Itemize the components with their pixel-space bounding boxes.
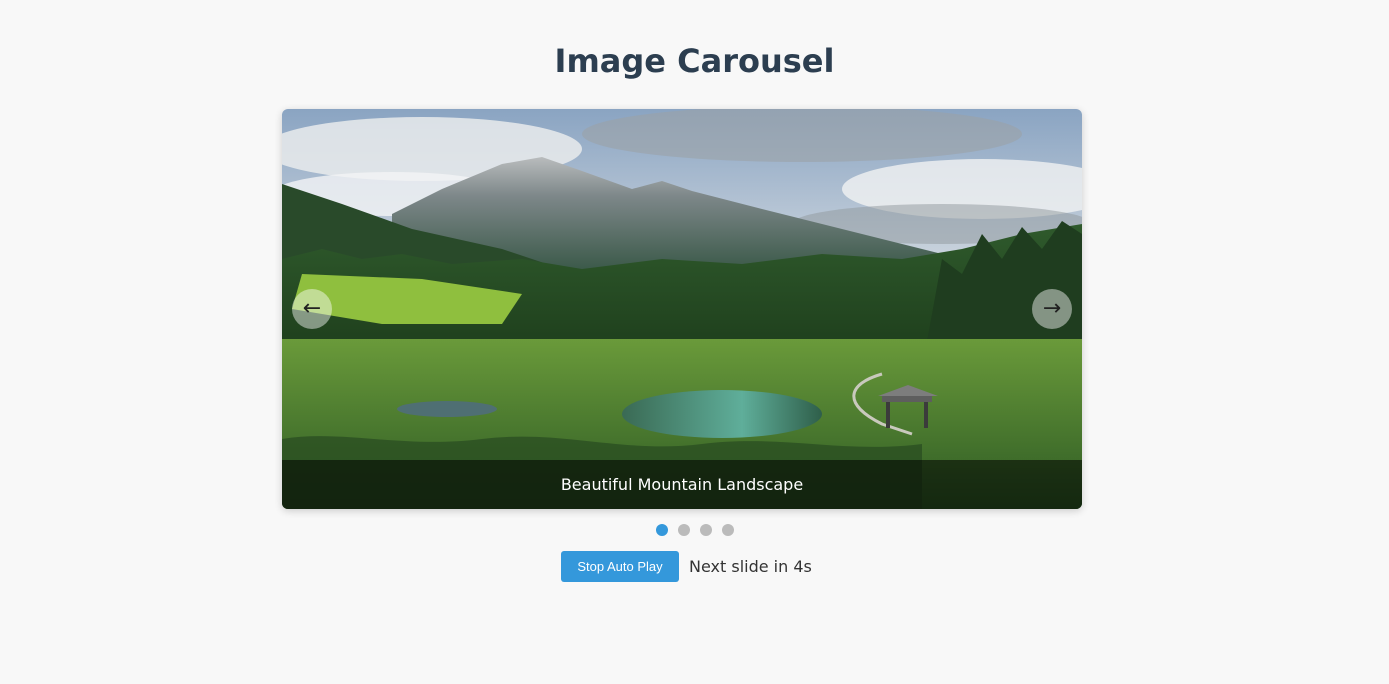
- carousel: ← → Beautiful Mountain Landscape: [282, 109, 1082, 509]
- carousel-controls: Stop Auto Play Next slide in 4s: [561, 551, 812, 582]
- slide-dot-3[interactable]: [699, 524, 712, 536]
- page: Image Carousel ← → Beautiful Mountain La…: [0, 0, 1389, 684]
- page-title: Image Carousel: [554, 42, 835, 80]
- stop-autoplay-button[interactable]: Stop Auto Play: [561, 551, 679, 582]
- slide-caption: Beautiful Mountain Landscape: [282, 460, 1082, 509]
- slide-image: [282, 109, 1082, 509]
- next-slide-button[interactable]: →: [1032, 289, 1072, 329]
- prev-slide-button[interactable]: ←: [292, 289, 332, 329]
- countdown-text: Next slide in 4s: [689, 557, 812, 576]
- slide-dot-2[interactable]: [677, 524, 690, 536]
- slide-indicators: [0, 524, 1389, 536]
- slide-dot-4[interactable]: [721, 524, 734, 536]
- slide-dot-1[interactable]: [655, 524, 668, 536]
